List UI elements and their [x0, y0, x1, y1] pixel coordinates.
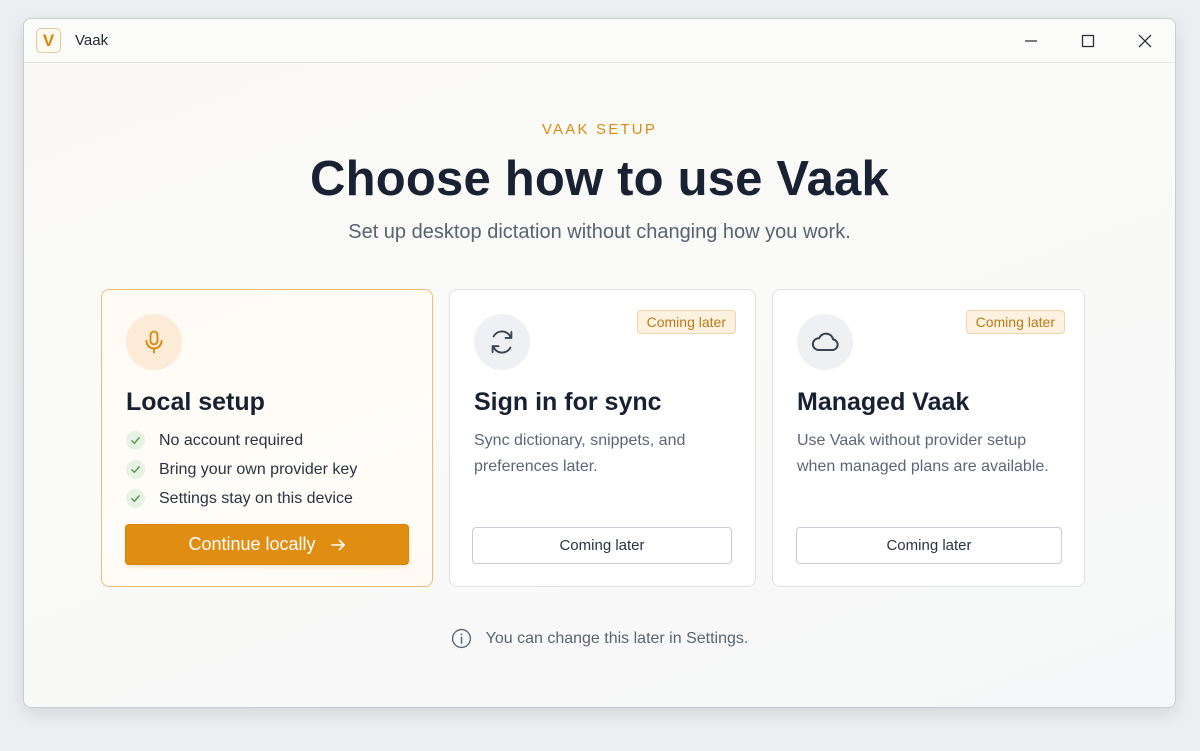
status-badge: Coming later — [965, 310, 1065, 334]
managed-card: Coming later Managed Vaak Use Vaak witho… — [772, 289, 1085, 587]
minimize-icon — [1025, 40, 1037, 42]
microphone-icon-circle — [126, 314, 182, 370]
footer-note-text: You can change this later in Settings. — [485, 629, 749, 647]
status-badge: Coming later — [636, 310, 736, 334]
info-icon — [451, 628, 471, 649]
feature-text: No account required — [159, 431, 304, 449]
list-item: Settings stay on this device — [126, 484, 357, 513]
check-icon — [126, 431, 145, 450]
managed-coming-later-button[interactable]: Coming later — [796, 527, 1062, 564]
managed-title: Managed Vaak — [797, 388, 970, 416]
local-setup-title: Local setup — [126, 388, 265, 416]
check-icon — [126, 489, 145, 508]
footer-note: You can change this later in Settings. — [24, 628, 1175, 649]
app-window: V Vaak VAAK SETUP Choose how to use Vaak… — [23, 18, 1176, 708]
close-icon — [1138, 34, 1152, 48]
page-subtitle: Set up desktop dictation without changin… — [348, 221, 851, 243]
maximize-button[interactable] — [1068, 27, 1108, 55]
feature-text: Bring your own provider key — [159, 460, 358, 478]
local-setup-card[interactable]: Local setup No account required Bring yo… — [101, 289, 433, 587]
continue-locally-button[interactable]: Continue locally — [125, 524, 409, 565]
sync-icon — [491, 330, 513, 354]
managed-description: Use Vaak without provider setup when man… — [797, 432, 1049, 475]
arrow-right-icon — [330, 539, 345, 550]
setup-content: VAAK SETUP Choose how to use Vaak Set up… — [24, 63, 1175, 707]
title-bar: V Vaak — [24, 19, 1175, 63]
window-title: Vaak — [75, 32, 109, 49]
sync-card: Coming later Sign in for sync Sync dicti… — [449, 289, 756, 587]
app-logo: V — [36, 28, 61, 53]
continue-locally-label: Continue locally — [188, 534, 316, 554]
feature-text: Settings stay on this device — [159, 489, 353, 507]
minimize-button[interactable] — [1011, 27, 1051, 55]
sync-icon-circle — [474, 314, 530, 370]
maximize-icon — [1081, 34, 1095, 48]
close-button[interactable] — [1125, 27, 1165, 55]
list-item: Bring your own provider key — [126, 455, 357, 484]
local-feature-list: No account required Bring your own provi… — [126, 426, 357, 513]
cloud-icon-circle — [797, 314, 853, 370]
sync-title: Sign in for sync — [474, 388, 662, 416]
cloud-icon — [811, 332, 839, 351]
page-title: Choose how to use Vaak — [310, 152, 889, 206]
sync-description: Sync dictionary, snippets, and preferenc… — [474, 432, 686, 475]
check-icon — [126, 460, 145, 479]
microphone-icon — [145, 330, 163, 354]
list-item: No account required — [126, 426, 357, 455]
setup-kicker: VAAK SETUP — [541, 121, 658, 138]
sync-coming-later-button[interactable]: Coming later — [472, 527, 732, 564]
